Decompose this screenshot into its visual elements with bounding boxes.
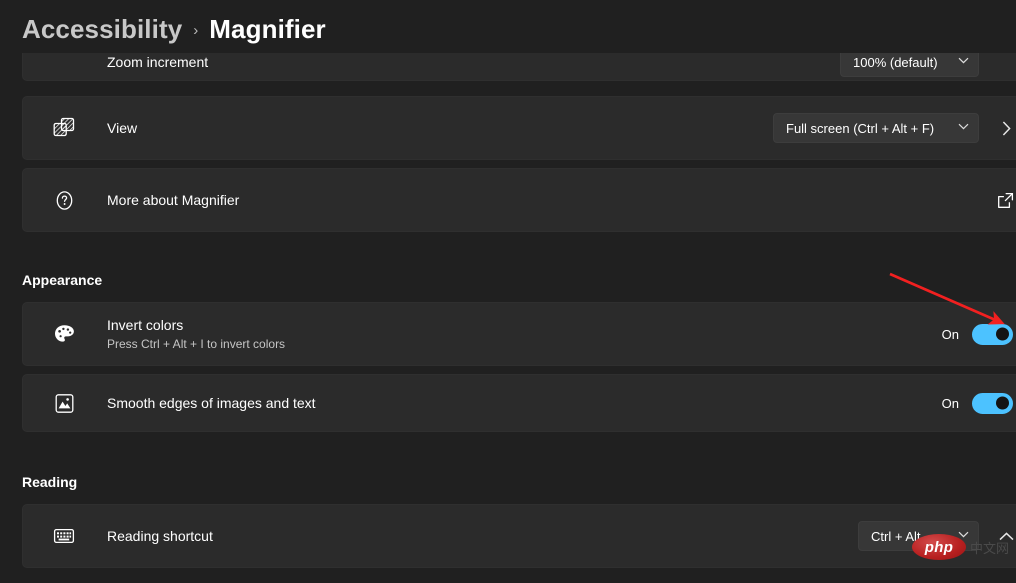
zoom-increment-controls: 100% (default) [840, 53, 1016, 77]
row-title: Reading shortcut [107, 528, 213, 544]
row-title: View [107, 120, 138, 136]
settings-page: Accessibility › Magnifier Zoom increment… [0, 0, 1016, 583]
invert-colors-controls: On [941, 323, 1016, 345]
section-heading-appearance: Appearance [22, 272, 103, 288]
row-subtitle: Press Ctrl + Alt + I to invert colors [107, 337, 286, 351]
row-view[interactable]: View Full screen (Ctrl + Alt + F) [22, 96, 1016, 160]
image-icon [52, 391, 76, 415]
row-title: Zoom increment [107, 54, 209, 70]
row-smooth-edges[interactable]: Smooth edges of images and text On [22, 374, 1016, 432]
view-texts: View [107, 119, 773, 137]
help-circle-icon [52, 188, 76, 212]
watermark-badge: php [912, 534, 966, 560]
overlapping-windows-icon [52, 116, 76, 140]
more-about-controls [992, 187, 1016, 213]
watermark-suffix: 中文网 [970, 540, 1010, 556]
invert-colors-toggle[interactable] [972, 323, 1013, 345]
toggle-knob [996, 327, 1009, 341]
chevron-down-icon [958, 57, 969, 67]
dropdown-value: Full screen (Ctrl + Alt + F) [786, 120, 935, 136]
row-title: Smooth edges of images and text [107, 395, 316, 411]
smooth-edges-toggle[interactable] [972, 392, 1013, 414]
chevron-down-icon [958, 123, 969, 133]
chevron-right-icon: › [193, 22, 199, 39]
view-dropdown[interactable]: Full screen (Ctrl + Alt + F) [773, 113, 979, 143]
zoom-increment-texts: Zoom increment [107, 53, 840, 71]
invert-colors-texts: Invert colors Press Ctrl + Alt + I to in… [107, 316, 942, 352]
dropdown-value: 100% (default) [853, 54, 938, 70]
view-expander-chevron-right-icon[interactable] [993, 115, 1016, 141]
breadcrumb-parent-link[interactable]: Accessibility [22, 14, 182, 45]
zoom-increment-icon-slot [52, 53, 76, 74]
toggle-state-label: On [941, 326, 959, 342]
row-invert-colors[interactable]: Invert colors Press Ctrl + Alt + I to in… [22, 302, 1016, 366]
external-link-icon[interactable] [992, 187, 1016, 213]
smooth-edges-controls: On [941, 392, 1016, 414]
breadcrumb: Accessibility › Magnifier [22, 8, 326, 50]
toggle-state-label: On [941, 395, 959, 411]
more-about-texts: More about Magnifier [107, 191, 992, 209]
reading-shortcut-texts: Reading shortcut [107, 527, 858, 545]
palette-icon [52, 322, 76, 346]
keyboard-icon [52, 524, 76, 548]
row-reading-shortcut[interactable]: Reading shortcut Ctrl + Alt [22, 504, 1016, 568]
row-title: Invert colors [107, 317, 184, 333]
row-title: More about Magnifier [107, 192, 240, 208]
zoom-increment-dropdown[interactable]: 100% (default) [840, 53, 979, 77]
smooth-edges-toggle-group[interactable]: On [941, 392, 1013, 414]
invert-colors-toggle-group[interactable]: On [941, 323, 1013, 345]
row-zoom-increment[interactable]: Zoom increment 100% (default) [22, 53, 1016, 81]
row-more-about-magnifier[interactable]: More about Magnifier [22, 168, 1016, 232]
settings-scroll-area[interactable]: Zoom increment 100% (default) View Full … [0, 53, 1016, 583]
page-title: Magnifier [209, 13, 326, 44]
toggle-knob [996, 396, 1009, 410]
smooth-edges-texts: Smooth edges of images and text [107, 394, 942, 412]
view-controls: Full screen (Ctrl + Alt + F) [773, 113, 1016, 143]
section-heading-reading: Reading [22, 474, 78, 490]
watermark: php 中文网 [912, 534, 1009, 560]
